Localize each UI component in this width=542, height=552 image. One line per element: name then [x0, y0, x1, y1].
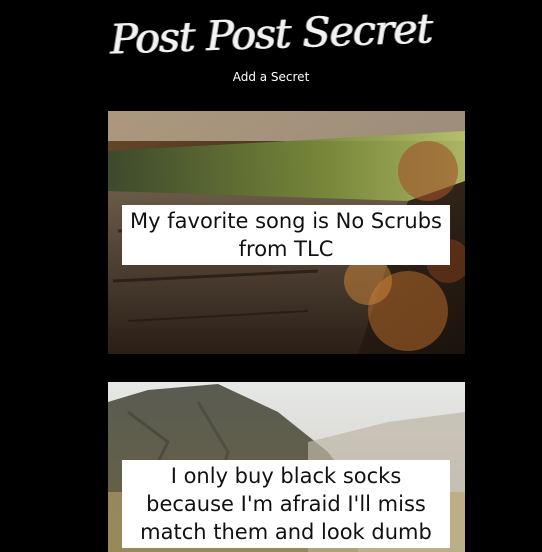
secret-card: I only buy black socks because I'm afrai… — [108, 382, 465, 552]
secret-text: I only buy black socks because I'm afrai… — [122, 460, 450, 548]
secret-card: My favorite song is No Scrubs from TLC — [108, 111, 465, 354]
site-logo[interactable]: Post Post Secret — [0, 0, 542, 71]
secret-text: My favorite song is No Scrubs from TLC — [122, 205, 450, 265]
add-secret-link[interactable]: Add a Secret — [0, 70, 542, 84]
